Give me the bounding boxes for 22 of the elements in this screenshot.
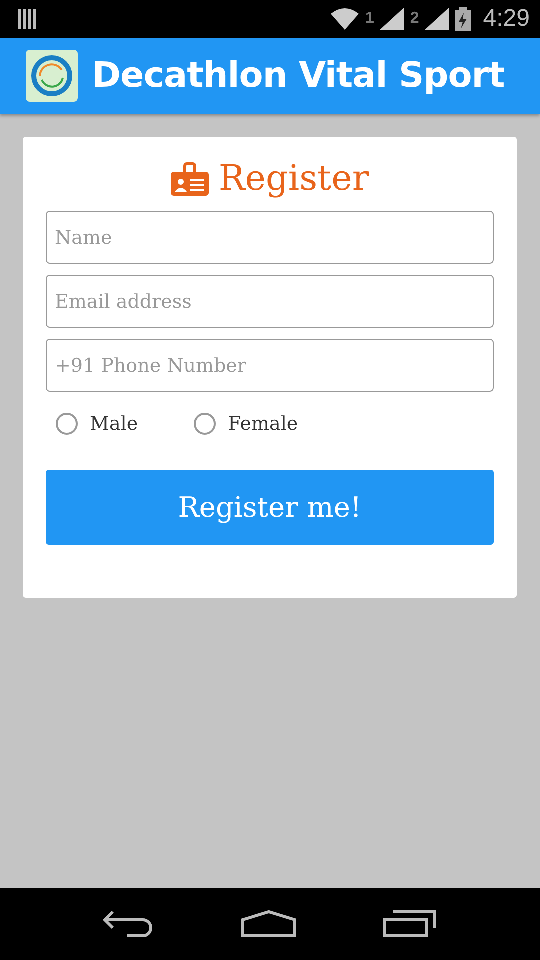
id-badge-icon [170, 162, 209, 196]
notification-icon [18, 9, 36, 29]
radio-label[interactable]: Male [90, 413, 138, 435]
recent-apps-icon[interactable] [383, 910, 437, 938]
back-icon[interactable] [103, 910, 155, 938]
wifi-icon [331, 8, 360, 30]
signal-icon [425, 8, 450, 30]
home-icon[interactable] [241, 910, 297, 938]
clock: 4:29 [483, 5, 530, 33]
form-title: Register [218, 159, 370, 199]
signal-icon [380, 8, 404, 30]
radio-label[interactable]: Female [228, 413, 298, 435]
sim-label: 2 [410, 10, 420, 28]
radio-button[interactable] [56, 413, 78, 435]
radio-button[interactable] [194, 413, 216, 435]
sim-label: 1 [365, 10, 374, 28]
input-field[interactable]: Email address [46, 275, 494, 328]
input-field[interactable]: +91 Phone Number [46, 339, 494, 392]
battery-icon [455, 7, 472, 31]
app-logo [26, 50, 78, 102]
input-field[interactable]: Name [46, 211, 494, 264]
app-title: Decathlon Vital Sport [92, 56, 505, 96]
